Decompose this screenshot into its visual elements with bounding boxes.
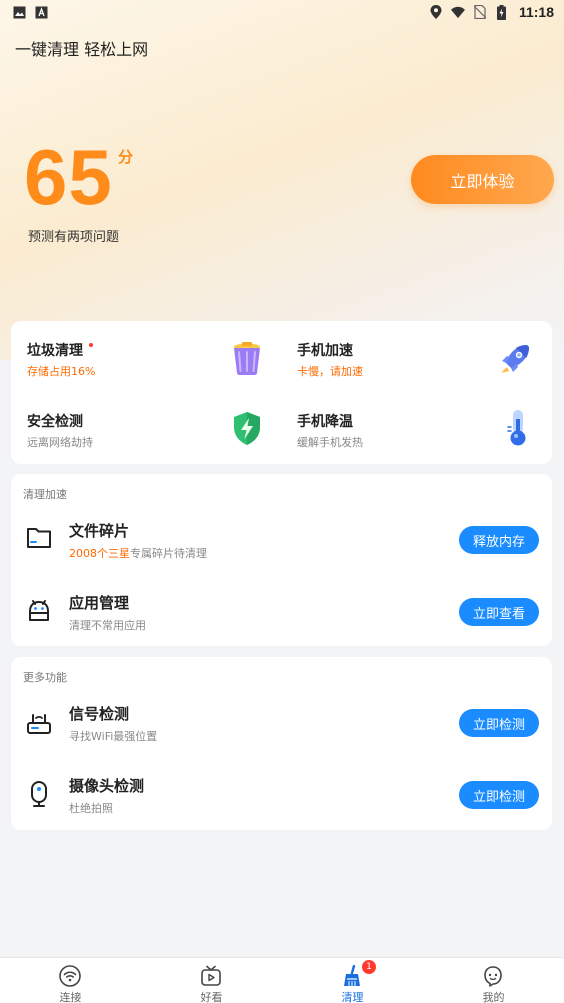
location-icon	[429, 5, 443, 19]
quick-actions-card: 垃圾清理 存储占用16% 手机加速 卡慢，请加速 安全检测 远离网络劫持 手机降…	[11, 321, 552, 464]
row-subtitle: 寻找WiFi最强位置	[69, 730, 158, 743]
score-display: 65 分	[24, 133, 133, 221]
thermometer-icon	[499, 407, 537, 446]
grid-item-junk-clean[interactable]: 垃圾清理 存储占用16%	[11, 321, 281, 391]
score-description: 预测有两项问题	[28, 230, 120, 245]
camera-icon	[25, 780, 53, 808]
rocket-icon	[497, 339, 535, 377]
android-icon	[25, 597, 53, 625]
shield-icon	[228, 409, 266, 447]
row-title: 摄像头检测	[69, 777, 145, 795]
grid-item-security[interactable]: 安全检测 远离网络劫持	[11, 393, 281, 463]
battery-icon	[495, 4, 509, 20]
section-label: 更多功能	[23, 671, 67, 684]
nav-label: 好看	[200, 991, 223, 1003]
broom-icon	[341, 964, 363, 987]
no-sim-icon	[473, 5, 487, 19]
free-memory-button[interactable]: 释放内存	[459, 526, 539, 554]
nav-label: 我的	[482, 991, 505, 1003]
section-label: 清理加速	[23, 488, 67, 501]
more-features-card: 更多功能 信号检测 寻找WiFi最强位置 立即检测 摄像头检测 杜绝拍照 立即检…	[11, 657, 552, 830]
score-unit: 分	[118, 148, 134, 166]
image-icon	[12, 5, 26, 19]
app-title: 一键清理 轻松上网	[15, 40, 149, 59]
nav-item-connect[interactable]: 连接	[0, 958, 141, 1003]
wifi-nav-icon	[59, 965, 81, 987]
trash-bin-icon	[228, 339, 266, 377]
wifi-icon	[450, 5, 465, 19]
grid-item-subtitle: 卡慢，请加速	[297, 365, 363, 378]
grid-item-speed-up[interactable]: 手机加速 卡慢，请加速	[281, 321, 551, 391]
face-icon	[482, 965, 504, 987]
row-title: 应用管理	[69, 594, 130, 612]
camera-detect-button[interactable]: 立即检测	[459, 781, 539, 809]
grid-item-subtitle: 缓解手机发热	[297, 436, 363, 449]
clean-section-card: 清理加速 文件碎片 2008个三星专属碎片待清理 释放内存 应用管理 清理不常用…	[11, 474, 552, 646]
row-title: 文件碎片	[69, 522, 130, 540]
grid-item-title: 垃圾清理	[27, 343, 83, 359]
grid-item-cool-down[interactable]: 手机降温 缓解手机发热	[281, 393, 551, 463]
signal-detect-button[interactable]: 立即检测	[459, 709, 539, 737]
nav-item-clean[interactable]: 1 清理	[282, 958, 423, 1003]
grid-item-title: 手机加速	[297, 343, 353, 359]
score-value: 65	[24, 133, 113, 221]
tv-icon	[200, 965, 222, 987]
nav-label: 清理	[341, 991, 364, 1003]
notification-badge: 1	[362, 960, 376, 974]
notification-dot	[89, 343, 93, 347]
grid-item-title: 手机降温	[297, 414, 353, 430]
grid-item-subtitle: 远离网络劫持	[27, 436, 93, 449]
nav-item-me[interactable]: 我的	[423, 958, 564, 1003]
nav-label: 连接	[59, 991, 82, 1003]
grid-item-title: 安全检测	[27, 414, 83, 430]
view-now-button[interactable]: 立即查看	[459, 598, 539, 626]
grid-item-subtitle: 存储占用16%	[27, 365, 96, 378]
row-title: 信号检测	[69, 705, 130, 723]
folder-icon	[25, 524, 53, 552]
try-now-button[interactable]: 立即体验	[411, 155, 554, 204]
row-subtitle: 清理不常用应用	[69, 619, 146, 632]
bottom-nav: 连接 好看 1 清理 我的	[0, 957, 564, 1003]
row-subtitle: 2008个三星专属碎片待清理	[69, 547, 207, 560]
app-a-icon	[34, 5, 48, 19]
row-subtitle: 杜绝拍照	[69, 802, 113, 815]
clock: 11:18	[518, 4, 554, 20]
nav-item-watch[interactable]: 好看	[141, 958, 282, 1003]
status-bar: 11:18	[0, 0, 564, 24]
router-icon	[25, 709, 53, 737]
